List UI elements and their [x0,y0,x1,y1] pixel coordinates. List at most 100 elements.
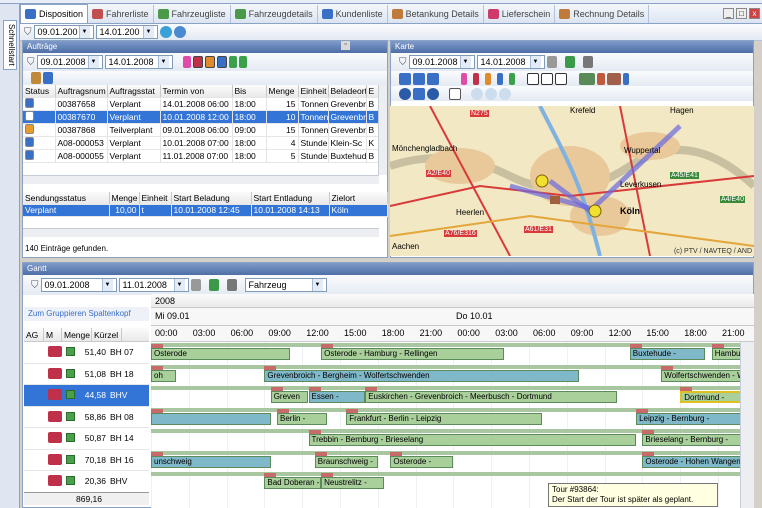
tour-bar[interactable]: Essen - [308,391,366,403]
pin-red-icon[interactable] [192,56,203,68]
column-header[interactable]: Menge [62,328,92,341]
auftraege-date-to[interactable]: 14.01.2008 ▼ [104,55,173,69]
filter-icon[interactable]: ⛉ [31,280,39,291]
pin-orange-icon[interactable] [204,56,215,68]
grid-icon[interactable] [43,72,53,84]
pin-green-icon[interactable] [509,72,515,85]
group-hint[interactable]: Zum Gruppieren Spaltenkopf [24,307,149,321]
filter-icon[interactable]: ⛉ [27,57,35,68]
column-header[interactable]: Kürzel [92,328,122,341]
pin-orange-icon[interactable] [485,72,491,85]
triangle-up-icon[interactable] [527,72,539,85]
restore-icon[interactable]: □ [736,8,747,19]
column-header[interactable]: M [44,328,62,341]
nav-up-icon[interactable] [399,72,411,85]
column-header[interactable]: Einheit [139,192,172,205]
export-icon[interactable] [564,56,575,68]
tour-bar[interactable]: Frankfurt - Berlin - Leipzig [346,412,542,425]
gantt-date-from[interactable]: 09.01.2008 ▼ [40,278,117,292]
pin-blue-icon[interactable] [216,56,227,68]
tour-bar[interactable]: Dortmund - [680,391,740,403]
print-icon[interactable] [190,279,201,291]
column-header[interactable]: AG [24,328,44,341]
table-row[interactable]: A08-000053 Verplant 10.01.2008 07:00 18:00 4… [23,136,380,150]
truck-marker[interactable] [550,196,560,204]
column-header[interactable]: Start Beladung [171,192,252,205]
auftraege-hscrollbar[interactable] [23,175,379,184]
map-marker-end[interactable] [588,204,602,218]
column-header[interactable]: Einheit [298,85,329,98]
sendung-hscrollbar[interactable] [23,228,379,237]
truck-icon[interactable] [579,72,595,85]
tour-bar[interactable]: Bad Doberan - [264,477,322,489]
tools-icon[interactable] [226,279,237,291]
pin-red-icon[interactable] [473,72,479,85]
tour-bar[interactable]: oh [151,369,177,382]
tour-bar[interactable]: Buxtehude - [629,348,706,360]
column-header[interactable]: Termin von [160,85,233,98]
chevron-down-icon[interactable]: ▼ [101,279,113,291]
car-icon[interactable] [607,72,621,85]
gantt-date-to[interactable]: 11.01.2008 ▼ [118,278,189,292]
column-header[interactable]: Menge [109,192,140,205]
map-view[interactable]: Hagen Krefeld Mönchengladbach Wuppertal … [390,106,754,256]
close-icon[interactable]: x [749,8,760,19]
chevron-down-icon[interactable]: ▼ [311,279,323,291]
chevron-down-icon[interactable]: ▼ [529,56,541,68]
tour-bar[interactable]: Osterode - Hamburg - Rellingen [321,348,504,360]
tour-bar[interactable]: Berlin - [277,412,328,425]
gantt-row[interactable]: 51,08 BH 18 [24,363,149,385]
pin-green2-icon[interactable] [238,56,247,68]
map-marker-start[interactable] [535,174,549,188]
globe-icon[interactable] [173,26,186,38]
gantt-row[interactable]: 20,36 BHV [24,471,149,493]
refresh-icon[interactable] [159,26,172,38]
filter-icon[interactable]: ⛉ [24,27,32,38]
main-date-to[interactable]: 14.01.200 ▼ [95,25,158,39]
filter-icon[interactable]: ⛉ [399,57,407,68]
line-icon[interactable] [555,72,567,85]
column-header[interactable]: Auftragsstat [107,85,161,98]
zoom-out-icon[interactable] [485,87,497,100]
fuel-icon[interactable] [623,72,629,85]
tab-betankung-details[interactable]: Betankung Details [388,4,484,23]
column-header[interactable]: Sendungsstatus [23,192,110,205]
tour-bar[interactable]: Braunschweig - [314,455,378,468]
tour-bar[interactable]: Euskirchen - Grevenbroich - Meerbusch - … [365,391,618,403]
chevron-down-icon[interactable]: ▼ [78,26,90,38]
minimize-icon[interactable]: _ [723,8,734,19]
settings-icon[interactable] [31,72,41,84]
chevron-down-icon[interactable]: ▼ [459,56,471,68]
triangle-down-icon[interactable] [541,72,553,85]
panel-pin-icon[interactable]: ▫ [341,41,350,50]
zoom-fit-icon[interactable] [499,87,511,100]
tools-icon[interactable] [582,56,593,68]
tab-fahrzeugliste[interactable]: Fahrzeugliste [154,4,231,23]
nav-down-icon[interactable] [413,72,425,85]
zoom-rect-icon[interactable] [449,87,461,100]
print-icon[interactable] [546,56,557,68]
tour-bar[interactable]: Osterode [151,348,290,360]
tour-bar[interactable]: Leipzig - Bernburg - [636,412,740,425]
person-icon[interactable] [597,72,605,85]
tab-kundenliste[interactable]: Kundenliste [318,4,388,23]
table-row[interactable]: 00387658 Verplant 14.01.2008 06:00 18:00 15 T… [23,97,380,111]
tour-bar[interactable]: Greven [270,391,309,403]
gantt-row[interactable]: 70,18 BH 16 [24,449,149,471]
chevron-down-icon[interactable]: ▼ [142,26,154,38]
globe-icon[interactable] [399,87,411,100]
tab-fahrerliste[interactable]: Fahrerliste [88,4,154,23]
export-icon[interactable] [208,279,219,291]
pin-green-icon[interactable] [228,56,237,68]
tour-bar[interactable]: Trebbin - Bernburg - Brieselang [308,434,637,446]
column-header[interactable]: Bis [232,85,267,98]
gantt-row[interactable]: 58,86 BH 08 [24,406,149,428]
column-header[interactable]: Beladeort [328,85,367,98]
gantt-scrollbar[interactable] [740,342,754,508]
tour-bar[interactable]: Osterode - Hohen Wangen [642,455,740,468]
auftraege-date-from[interactable]: 09.01.2008 ▼ [36,55,103,69]
column-header[interactable]: Start Entladung [251,192,330,205]
column-header[interactable]: Menge [266,85,299,98]
nav-route-icon[interactable] [427,72,439,85]
column-header[interactable]: Zielort [329,192,388,205]
